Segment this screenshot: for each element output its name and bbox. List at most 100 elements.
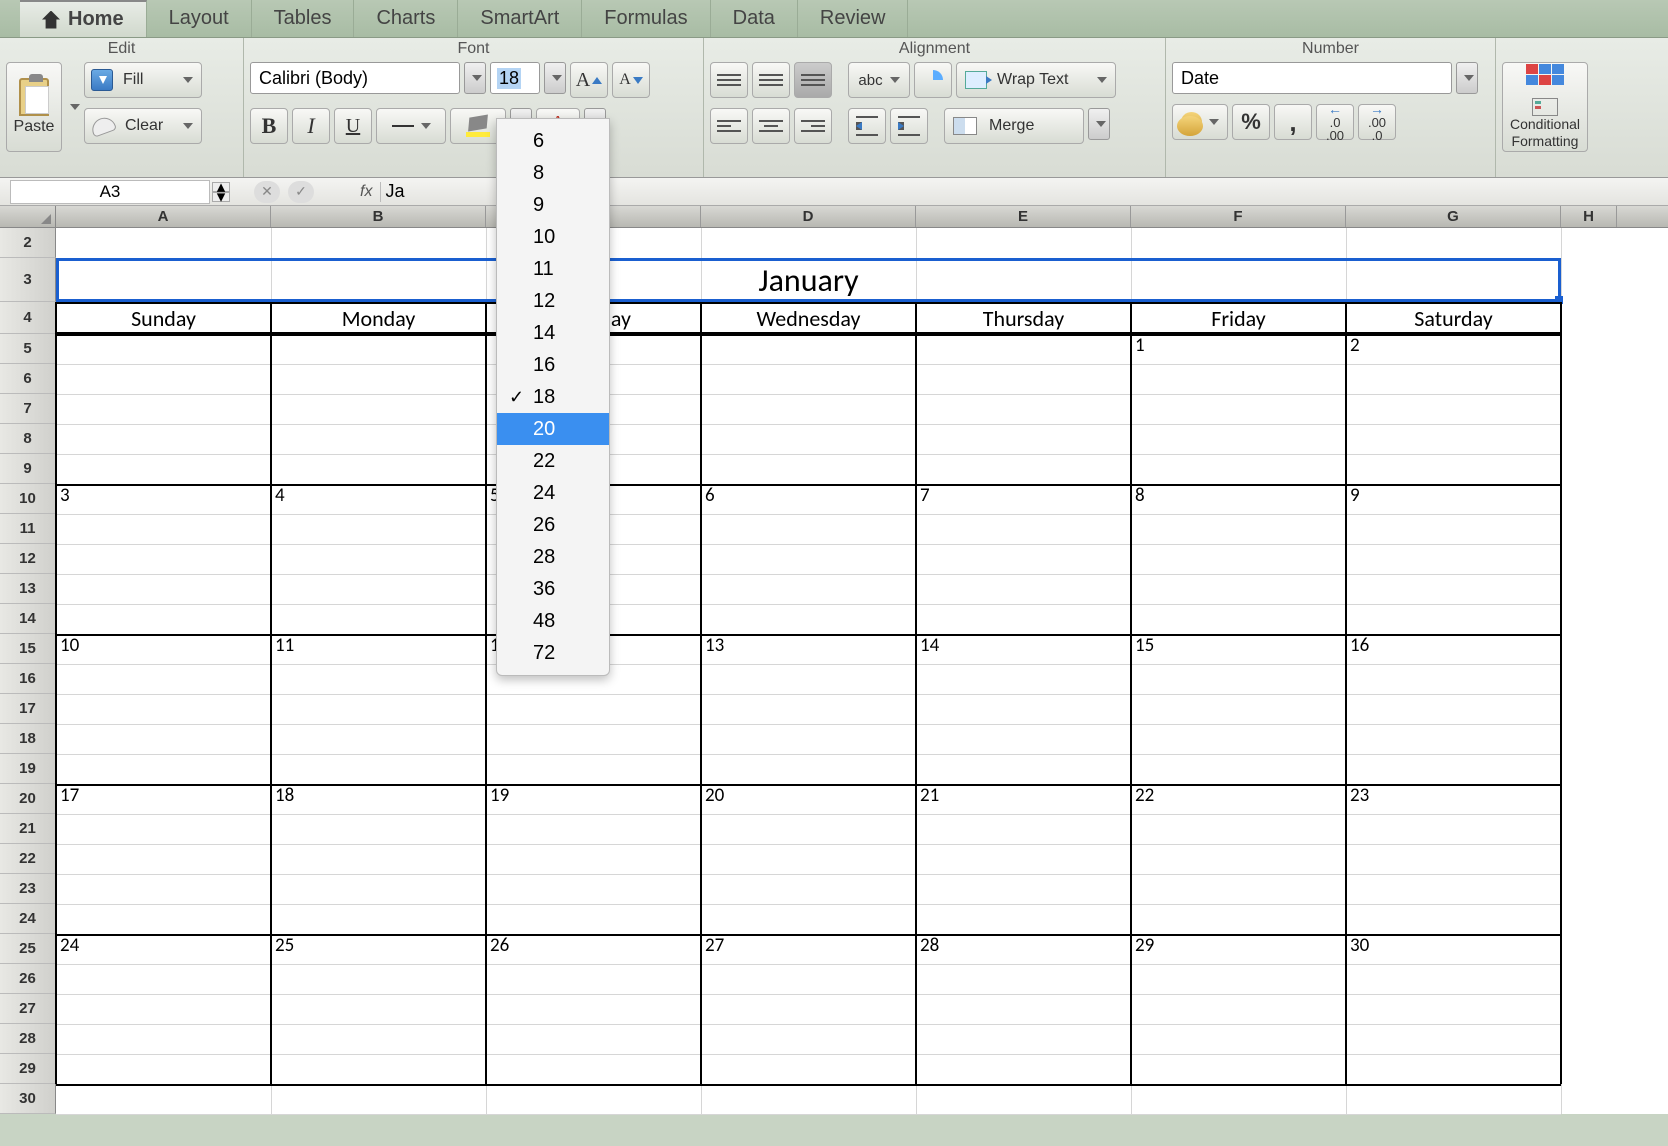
number-format-select[interactable]: Date xyxy=(1172,62,1452,94)
column-header-B[interactable]: B xyxy=(271,206,486,227)
fx-button[interactable] xyxy=(322,181,348,203)
row-header-21[interactable]: 21 xyxy=(0,814,56,844)
row-header-30[interactable]: 30 xyxy=(0,1084,56,1114)
row-header-10[interactable]: 10 xyxy=(0,484,56,514)
clear-button[interactable]: Clear xyxy=(84,108,202,144)
font-size-option-48[interactable]: 48 xyxy=(497,605,609,637)
font-size-option-10[interactable]: 10 xyxy=(497,221,609,253)
font-size-option-72[interactable]: 72 xyxy=(497,637,609,669)
merge-dropdown[interactable] xyxy=(1088,108,1110,140)
font-size-dropdown[interactable] xyxy=(544,62,566,94)
font-size-option-26[interactable]: 26 xyxy=(497,509,609,541)
underline-button[interactable]: U xyxy=(334,108,372,144)
increase-indent-button[interactable] xyxy=(890,108,928,144)
row-header-29[interactable]: 29 xyxy=(0,1054,56,1084)
font-size-option-28[interactable]: 28 xyxy=(497,541,609,573)
font-size-option-9[interactable]: 9 xyxy=(497,189,609,221)
row-header-20[interactable]: 20 xyxy=(0,784,56,814)
row-header-15[interactable]: 15 xyxy=(0,634,56,664)
column-header-H[interactable]: H xyxy=(1561,206,1617,227)
font-size-input[interactable]: 18 xyxy=(490,62,540,94)
border-button[interactable] xyxy=(376,108,446,144)
row-header-27[interactable]: 27 xyxy=(0,994,56,1024)
row-header-7[interactable]: 7 xyxy=(0,394,56,424)
column-header-D[interactable]: D xyxy=(701,206,916,227)
row-header-2[interactable]: 2 xyxy=(0,228,56,258)
row-header-24[interactable]: 24 xyxy=(0,904,56,934)
font-name-dropdown[interactable] xyxy=(464,62,486,94)
cancel-formula-button[interactable]: ✕ xyxy=(254,181,280,203)
font-size-option-6[interactable]: 6 xyxy=(497,125,609,157)
font-size-option-36[interactable]: 36 xyxy=(497,573,609,605)
row-header-13[interactable]: 13 xyxy=(0,574,56,604)
paste-dropdown-arrow[interactable] xyxy=(70,104,80,110)
font-size-option-8[interactable]: 8 xyxy=(497,157,609,189)
select-all-corner[interactable] xyxy=(0,206,56,227)
row-header-5[interactable]: 5 xyxy=(0,334,56,364)
font-size-option-24[interactable]: 24 xyxy=(497,477,609,509)
row-header-25[interactable]: 25 xyxy=(0,934,56,964)
conditional-formatting-button[interactable]: Conditional Formatting xyxy=(1502,62,1588,152)
tab-data[interactable]: Data xyxy=(711,0,798,37)
bold-button[interactable]: B xyxy=(250,108,288,144)
tab-home[interactable]: Home xyxy=(20,0,147,37)
row-header-26[interactable]: 26 xyxy=(0,964,56,994)
row-header-3[interactable]: 3 xyxy=(0,258,56,302)
increase-decimal-button[interactable]: ← .0 .00 xyxy=(1316,104,1354,140)
tab-review[interactable]: Review xyxy=(798,0,909,37)
name-box-stepper[interactable]: ▴ ▾ xyxy=(212,182,230,202)
merge-button[interactable]: Merge xyxy=(944,108,1084,144)
tab-charts[interactable]: Charts xyxy=(354,0,458,37)
row-header-12[interactable]: 12 xyxy=(0,544,56,574)
row-header-18[interactable]: 18 xyxy=(0,724,56,754)
orientation-button[interactable]: abc xyxy=(848,62,910,98)
font-size-option-22[interactable]: 22 xyxy=(497,445,609,477)
font-size-option-12[interactable]: 12 xyxy=(497,285,609,317)
row-header-22[interactable]: 22 xyxy=(0,844,56,874)
column-header-G[interactable]: G xyxy=(1346,206,1561,227)
column-header-E[interactable]: E xyxy=(916,206,1131,227)
row-header-16[interactable]: 16 xyxy=(0,664,56,694)
tab-formulas[interactable]: Formulas xyxy=(582,0,710,37)
number-format-dropdown[interactable] xyxy=(1456,62,1478,94)
font-size-option-16[interactable]: 16 xyxy=(497,349,609,381)
comma-button[interactable]: , xyxy=(1274,104,1312,140)
align-left-button[interactable] xyxy=(710,108,748,144)
decrease-font-button[interactable]: A xyxy=(612,62,650,98)
row-header-9[interactable]: 9 xyxy=(0,454,56,484)
row-header-23[interactable]: 23 xyxy=(0,874,56,904)
align-center-button[interactable] xyxy=(752,108,790,144)
column-header-A[interactable]: A xyxy=(56,206,271,227)
tab-smartart[interactable]: SmartArt xyxy=(458,0,582,37)
row-header-4[interactable]: 4 xyxy=(0,302,56,334)
row-header-14[interactable]: 14 xyxy=(0,604,56,634)
stepper-down-icon[interactable]: ▾ xyxy=(212,192,230,202)
align-bottom-button[interactable] xyxy=(794,62,832,98)
row-header-8[interactable]: 8 xyxy=(0,424,56,454)
cells-area[interactable]: JanuarySundayMondayayWednesdayThursdayFr… xyxy=(56,228,1668,1114)
font-size-option-14[interactable]: 14 xyxy=(497,317,609,349)
wrap-text-button[interactable]: Wrap Text xyxy=(956,62,1116,98)
paste-button[interactable]: Paste xyxy=(6,62,62,152)
font-size-option-11[interactable]: 11 xyxy=(497,253,609,285)
increase-font-button[interactable]: A xyxy=(570,62,608,98)
align-middle-button[interactable] xyxy=(752,62,790,98)
row-header-6[interactable]: 6 xyxy=(0,364,56,394)
percent-button[interactable]: % xyxy=(1232,104,1270,140)
align-top-button[interactable] xyxy=(710,62,748,98)
align-right-button[interactable] xyxy=(794,108,832,144)
text-direction-button[interactable] xyxy=(914,62,952,98)
italic-button[interactable]: I xyxy=(292,108,330,144)
font-size-option-20[interactable]: 20 xyxy=(497,413,609,445)
currency-button[interactable] xyxy=(1172,104,1228,140)
row-header-19[interactable]: 19 xyxy=(0,754,56,784)
fill-button[interactable]: Fill xyxy=(84,62,202,98)
tab-tables[interactable]: Tables xyxy=(252,0,355,37)
decrease-decimal-button[interactable]: → .00 .0 xyxy=(1358,104,1396,140)
column-header-F[interactable]: F xyxy=(1131,206,1346,227)
accept-formula-button[interactable]: ✓ xyxy=(288,181,314,203)
decrease-indent-button[interactable] xyxy=(848,108,886,144)
name-box[interactable]: A3 xyxy=(10,180,210,204)
row-header-17[interactable]: 17 xyxy=(0,694,56,724)
tab-layout[interactable]: Layout xyxy=(147,0,252,37)
